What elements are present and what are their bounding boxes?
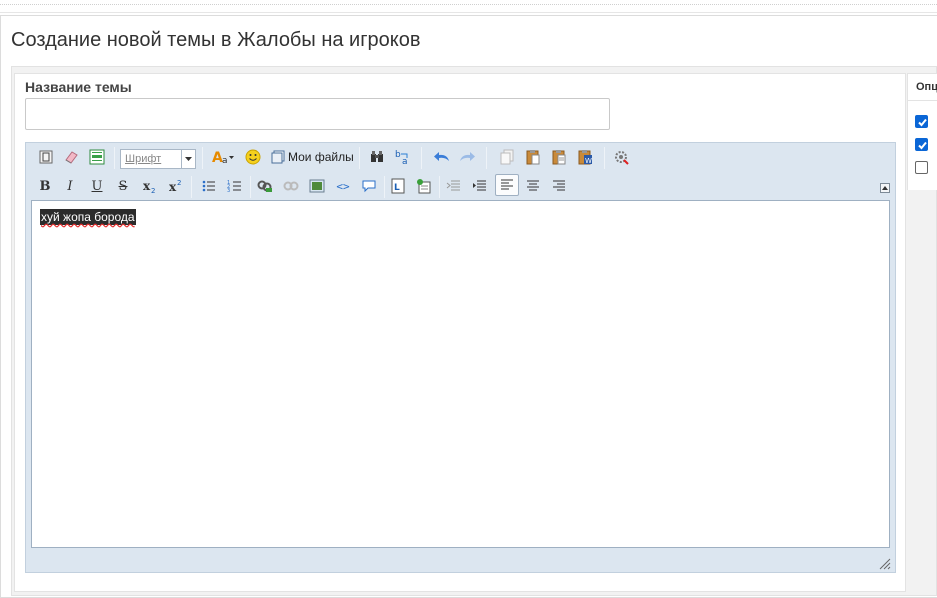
page-title: Создание новой темы в Жалобы на игроков [11, 29, 421, 51]
strikethrough-icon[interactable]: S [112, 175, 134, 197]
title-input[interactable] [25, 98, 610, 130]
my-files-button[interactable]: Мои файлы [271, 146, 354, 168]
title-field-label: Название темы [25, 79, 132, 95]
link-icon[interactable] [254, 175, 276, 197]
resize-grip-icon[interactable] [879, 557, 891, 570]
table-icon[interactable]: L [387, 175, 409, 197]
my-files-icon [271, 150, 285, 164]
editor-content-area[interactable]: хуй жопа борода [31, 200, 890, 548]
editor-text: хуй жопа борода [40, 209, 136, 225]
eraser-icon[interactable] [60, 146, 82, 168]
svg-text:W: W [585, 157, 592, 165]
code-icon[interactable]: <> [332, 175, 354, 197]
svg-text:L: L [394, 183, 400, 193]
find-icon[interactable] [366, 146, 388, 168]
svg-text:3: 3 [227, 188, 230, 193]
toolbar-separator [191, 176, 192, 198]
top-dotted-rule [0, 4, 937, 6]
svg-text:x: x [169, 180, 177, 193]
toggle-wysiwyg-icon[interactable] [86, 146, 108, 168]
unlink-icon[interactable] [280, 175, 302, 197]
toolbar-separator [604, 147, 605, 169]
svg-text:a: a [402, 157, 408, 165]
italic-icon[interactable]: I [59, 175, 81, 197]
top-rule [0, 12, 937, 13]
bulleted-list-icon[interactable] [198, 175, 220, 197]
quote-icon[interactable] [358, 175, 380, 197]
image-icon[interactable] [306, 175, 328, 197]
numbered-list-icon[interactable]: 123 [224, 175, 246, 197]
toolbar-separator [486, 147, 487, 169]
copy-icon[interactable] [496, 146, 518, 168]
options-header: Опции [907, 73, 937, 101]
checkmark-icon [918, 118, 927, 127]
toolbar-separator [421, 147, 422, 169]
align-center-icon[interactable] [522, 175, 544, 197]
svg-text:2: 2 [151, 187, 155, 193]
toolbar-separator [250, 176, 251, 198]
superscript-icon[interactable]: x2 [165, 175, 187, 197]
underline-icon[interactable]: U [86, 175, 108, 197]
collapse-toolbar-button[interactable] [880, 183, 890, 193]
svg-text:x: x [143, 179, 151, 193]
source-icon[interactable] [35, 146, 57, 168]
svg-text:b: b [395, 150, 401, 160]
insert-icon[interactable] [413, 175, 435, 197]
smiley-icon[interactable] [242, 146, 264, 168]
subscript-icon[interactable]: x2 [139, 175, 161, 197]
option-checkbox-3[interactable] [915, 161, 928, 174]
align-left-icon[interactable] [495, 174, 519, 196]
paste-text-icon[interactable] [548, 146, 570, 168]
toolbar-separator [384, 176, 385, 198]
text-color-icon[interactable]: Aa [209, 146, 237, 168]
toolbar-separator [439, 176, 440, 198]
rich-text-editor: Шрифт Aa Мои файлы ba W B I U S x 2 x 2 … [25, 142, 896, 573]
caret-up-icon [882, 186, 888, 190]
editor-toolbar-row-2: B I U S x2 x2 123 <> L [26, 173, 895, 199]
chevron-down-icon[interactable] [181, 149, 195, 169]
svg-text:2: 2 [177, 179, 181, 187]
checkmark-icon [918, 141, 927, 150]
svg-text:a: a [222, 156, 228, 165]
paste-icon[interactable] [522, 146, 544, 168]
indent-icon[interactable] [469, 175, 491, 197]
settings-icon[interactable] [610, 146, 632, 168]
redo-icon[interactable] [456, 146, 478, 168]
editor-toolbar-row-1: Шрифт Aa Мои файлы ba W [26, 144, 895, 170]
paste-word-icon[interactable]: W [574, 146, 596, 168]
my-files-label: Мои файлы [288, 150, 354, 164]
toolbar-separator [202, 147, 203, 169]
toolbar-separator [114, 147, 115, 169]
outdent-icon[interactable] [443, 175, 465, 197]
option-checkbox-1[interactable] [915, 115, 928, 128]
option-checkbox-2[interactable] [915, 138, 928, 151]
bold-icon[interactable]: B [34, 175, 56, 197]
replace-icon[interactable]: ba [392, 146, 414, 168]
undo-icon[interactable] [431, 146, 453, 168]
align-right-icon[interactable] [548, 175, 570, 197]
toolbar-separator [359, 147, 360, 169]
